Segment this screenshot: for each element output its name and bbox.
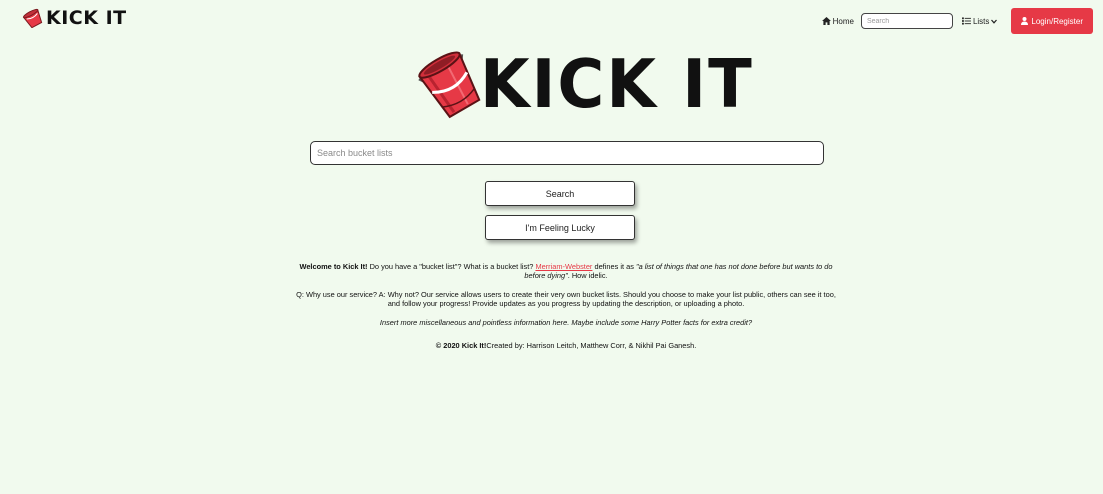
navbar: KICK IT Home Lists <box>0 0 1103 40</box>
hero-logo-text: KICK IT <box>480 46 754 124</box>
feeling-lucky-button[interactable]: I'm Feeling Lucky <box>485 215 635 240</box>
bucket-logo-icon <box>22 8 43 28</box>
hero-logo: KICK IT <box>416 48 754 122</box>
intro-text-3: . How idelic. <box>567 271 608 280</box>
home-icon <box>821 17 831 25</box>
home-link[interactable]: Home <box>821 16 854 26</box>
user-icon <box>1021 17 1029 25</box>
intro-text-1: Do you have a "bucket list"? What is a b… <box>367 262 536 271</box>
chevron-down-icon <box>991 19 998 24</box>
brand-link[interactable]: KICK IT <box>22 8 127 28</box>
copyright-text: © 2020 Kick It! <box>435 341 487 350</box>
list-icon <box>962 17 971 25</box>
lists-dropdown[interactable]: Lists <box>962 16 998 26</box>
login-register-button[interactable]: Login/Register <box>1011 8 1093 34</box>
home-label: Home <box>832 16 854 26</box>
welcome-heading: Welcome to Kick It! <box>299 262 368 271</box>
bucket-icon <box>418 51 481 119</box>
welcome-paragraph: Welcome to Kick It! Do you have a "bucke… <box>290 262 842 280</box>
nav-right: Home Lists Login/Register <box>821 8 1093 34</box>
misc-paragraph: Insert more miscellaneous and pointless … <box>290 318 842 327</box>
brand-text: KICK IT <box>46 7 127 29</box>
login-label: Login/Register <box>1031 16 1083 26</box>
misc-text: Insert more miscellaneous and pointless … <box>379 318 753 327</box>
credits-text: Created by: Harrison Leitch, Matthew Cor… <box>486 341 697 350</box>
lists-label: Lists <box>972 16 990 26</box>
footer: © 2020 Kick It!Created by: Harrison Leit… <box>290 341 842 350</box>
qa-paragraph: Q: Why use our service? A: Why not? Our … <box>296 290 836 308</box>
merriam-webster-link[interactable]: Merriam-Webster <box>535 262 592 271</box>
bucket-list-search-input[interactable] <box>310 141 824 165</box>
nav-search-input[interactable] <box>860 13 953 29</box>
intro-text-2: defines it as <box>592 262 636 271</box>
search-button[interactable]: Search <box>485 181 635 206</box>
